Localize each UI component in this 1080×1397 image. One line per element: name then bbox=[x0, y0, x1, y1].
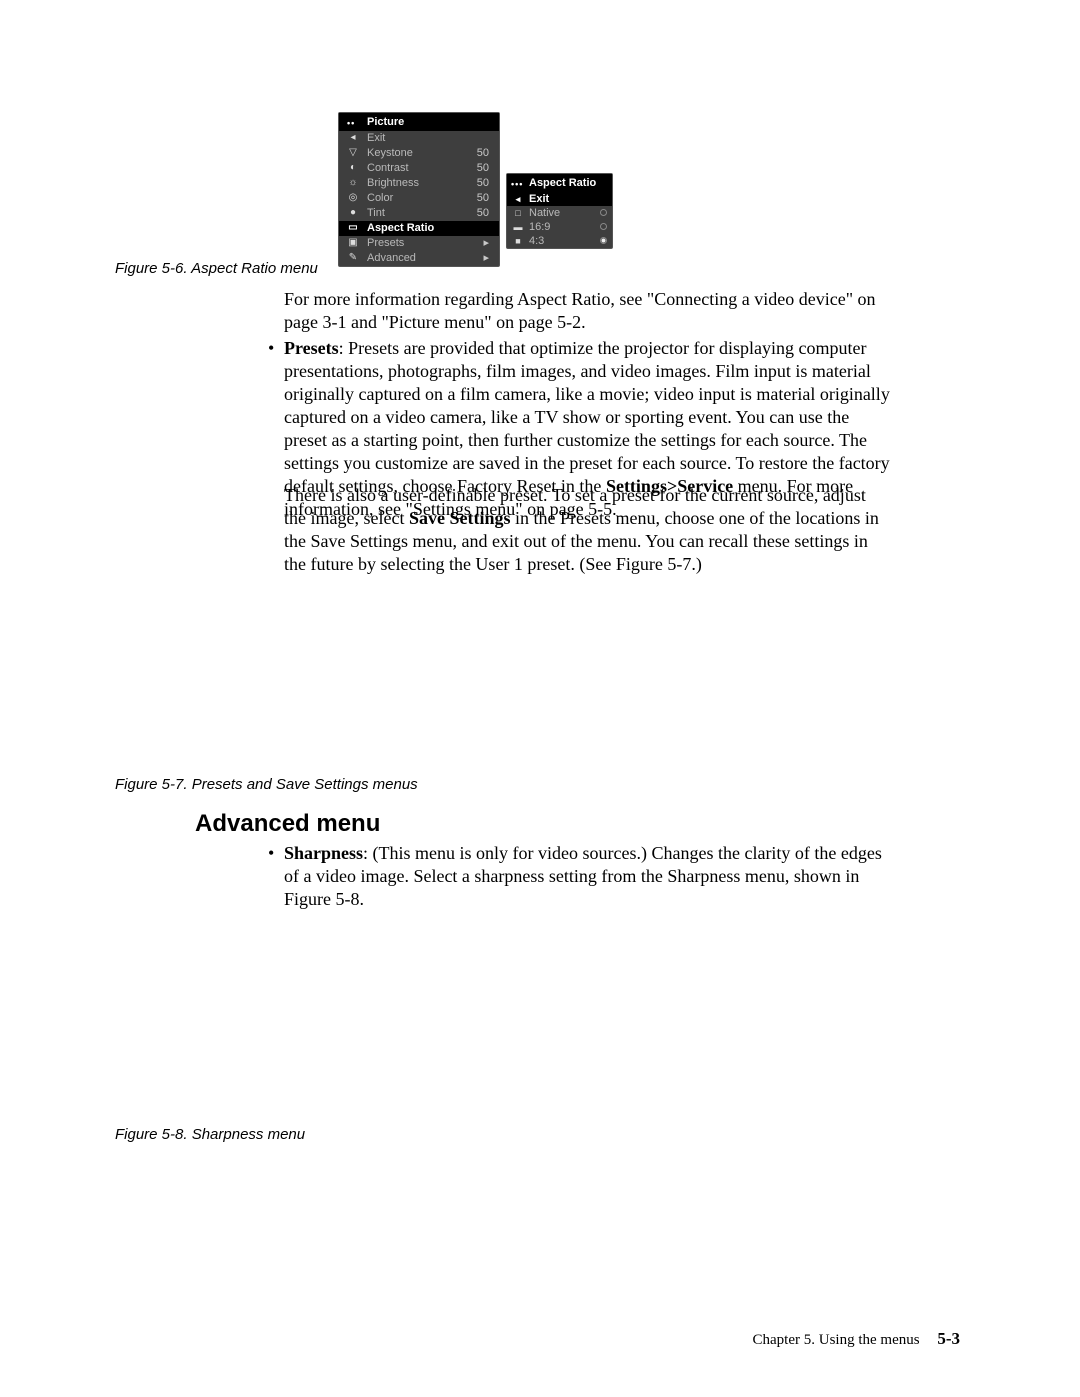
footer-chapter: Chapter 5. Using the menus bbox=[753, 1332, 920, 1348]
bullet-dot-icon: • bbox=[268, 337, 274, 360]
aspect-ratio-menu-panel: ••• Aspect Ratio ◂ Exit □ Native ▬ 16:9 … bbox=[506, 173, 613, 249]
menu-row-tint: ● Tint 50 bbox=[339, 206, 499, 221]
row-value: 50 bbox=[477, 146, 489, 161]
menu-row-contrast: ◐ Contrast 50 bbox=[339, 161, 499, 176]
aspect-menu-title-text: Aspect Ratio bbox=[529, 177, 596, 189]
color-icon: ◎ bbox=[347, 192, 359, 204]
presets-paragraph-2: There is also a user-definable preset. T… bbox=[284, 484, 890, 576]
row-label: Aspect Ratio bbox=[367, 222, 434, 234]
row-label: Brightness bbox=[367, 177, 419, 189]
bullet-dot-icon: • bbox=[268, 842, 274, 865]
radio-icon bbox=[600, 209, 607, 216]
aspect-menu-title: ••• Aspect Ratio bbox=[507, 174, 612, 192]
brightness-icon: ☼ bbox=[347, 177, 359, 189]
advanced-icon: ✎ bbox=[347, 252, 359, 264]
row-value: 50 bbox=[477, 176, 489, 191]
sharpness-text: : (This menu is only for video sources.)… bbox=[284, 843, 882, 909]
row-label: Exit bbox=[529, 193, 549, 205]
aspect-row-43: ■ 4:3 bbox=[507, 234, 612, 248]
contrast-icon: ◐ bbox=[347, 162, 359, 174]
row-label: 16:9 bbox=[529, 221, 550, 233]
row-label: Advanced bbox=[367, 252, 416, 264]
menu-row-brightness: ☼ Brightness 50 bbox=[339, 176, 499, 191]
row-label: 4:3 bbox=[529, 235, 544, 247]
aspect-icon: ▭ bbox=[347, 222, 359, 234]
keystone-icon: ▽ bbox=[347, 147, 359, 159]
picture-menu-title: •• Picture bbox=[339, 113, 499, 131]
row-label: Native bbox=[529, 207, 560, 219]
aspect-row-native: □ Native bbox=[507, 206, 612, 220]
menu-row-advanced: ✎ Advanced ▸ bbox=[339, 251, 499, 266]
picture-menu-title-text: Picture bbox=[367, 116, 404, 128]
aspect-row-exit: ◂ Exit bbox=[507, 192, 612, 206]
level-dots-icon: ••• bbox=[511, 179, 523, 189]
figure-5-7-caption: Figure 5-7. Presets and Save Settings me… bbox=[115, 776, 418, 793]
sharpness-text-block: Sharpness: (This menu is only for video … bbox=[284, 842, 890, 911]
presets-text-1: : Presets are provided that optimize the… bbox=[284, 338, 890, 496]
row-label: Color bbox=[367, 192, 393, 204]
row-label: Presets bbox=[367, 237, 404, 249]
footer-page-number: 5-3 bbox=[937, 1329, 960, 1348]
level-dots-icon: •• bbox=[347, 118, 355, 128]
menu-row-presets: ▣ Presets ▸ bbox=[339, 236, 499, 251]
presets-label: Presets bbox=[284, 338, 339, 358]
std-icon: ■ bbox=[512, 235, 524, 247]
row-value: 50 bbox=[477, 161, 489, 176]
advanced-menu-heading: Advanced menu bbox=[195, 810, 380, 838]
native-icon: □ bbox=[512, 207, 524, 219]
aspect-info-text: For more information regarding Aspect Ra… bbox=[284, 289, 876, 332]
row-label: Keystone bbox=[367, 147, 413, 159]
menu-row-aspect-ratio: ▭ Aspect Ratio bbox=[339, 221, 499, 236]
back-icon: ◂ bbox=[347, 132, 359, 144]
figure-5-8-caption: Figure 5-8. Sharpness menu bbox=[115, 1126, 305, 1143]
menu-row-color: ◎ Color 50 bbox=[339, 191, 499, 206]
row-label: Tint bbox=[367, 207, 385, 219]
radio-selected-icon bbox=[600, 237, 607, 244]
aspect-info-paragraph: For more information regarding Aspect Ra… bbox=[284, 288, 890, 334]
sharpness-bullet: • Sharpness: (This menu is only for vide… bbox=[268, 842, 890, 911]
page-footer: Chapter 5. Using the menus 5-3 bbox=[753, 1329, 960, 1349]
row-label: Exit bbox=[367, 132, 385, 144]
row-label: Contrast bbox=[367, 162, 409, 174]
menu-row-exit: ◂ Exit bbox=[339, 131, 499, 146]
presets-icon: ▣ bbox=[347, 237, 359, 249]
submenu-arrow-icon: ▸ bbox=[483, 251, 489, 266]
back-icon: ◂ bbox=[512, 193, 524, 205]
manual-page: •• Picture ◂ Exit ▽ Keystone 50 ◐ Contra… bbox=[0, 0, 1080, 1397]
figure-5-6-caption: Figure 5-6. Aspect Ratio menu bbox=[115, 260, 318, 277]
aspect-row-169: ▬ 16:9 bbox=[507, 220, 612, 234]
submenu-arrow-icon: ▸ bbox=[483, 236, 489, 251]
picture-menu-panel: •• Picture ◂ Exit ▽ Keystone 50 ◐ Contra… bbox=[338, 112, 500, 267]
wide-icon: ▬ bbox=[512, 221, 524, 233]
row-value: 50 bbox=[477, 206, 489, 221]
row-value: 50 bbox=[477, 191, 489, 206]
radio-icon bbox=[600, 223, 607, 230]
sharpness-label: Sharpness bbox=[284, 843, 363, 863]
save-settings-bold: Save Settings bbox=[409, 508, 511, 528]
tint-icon: ● bbox=[347, 207, 359, 219]
menu-row-keystone: ▽ Keystone 50 bbox=[339, 146, 499, 161]
